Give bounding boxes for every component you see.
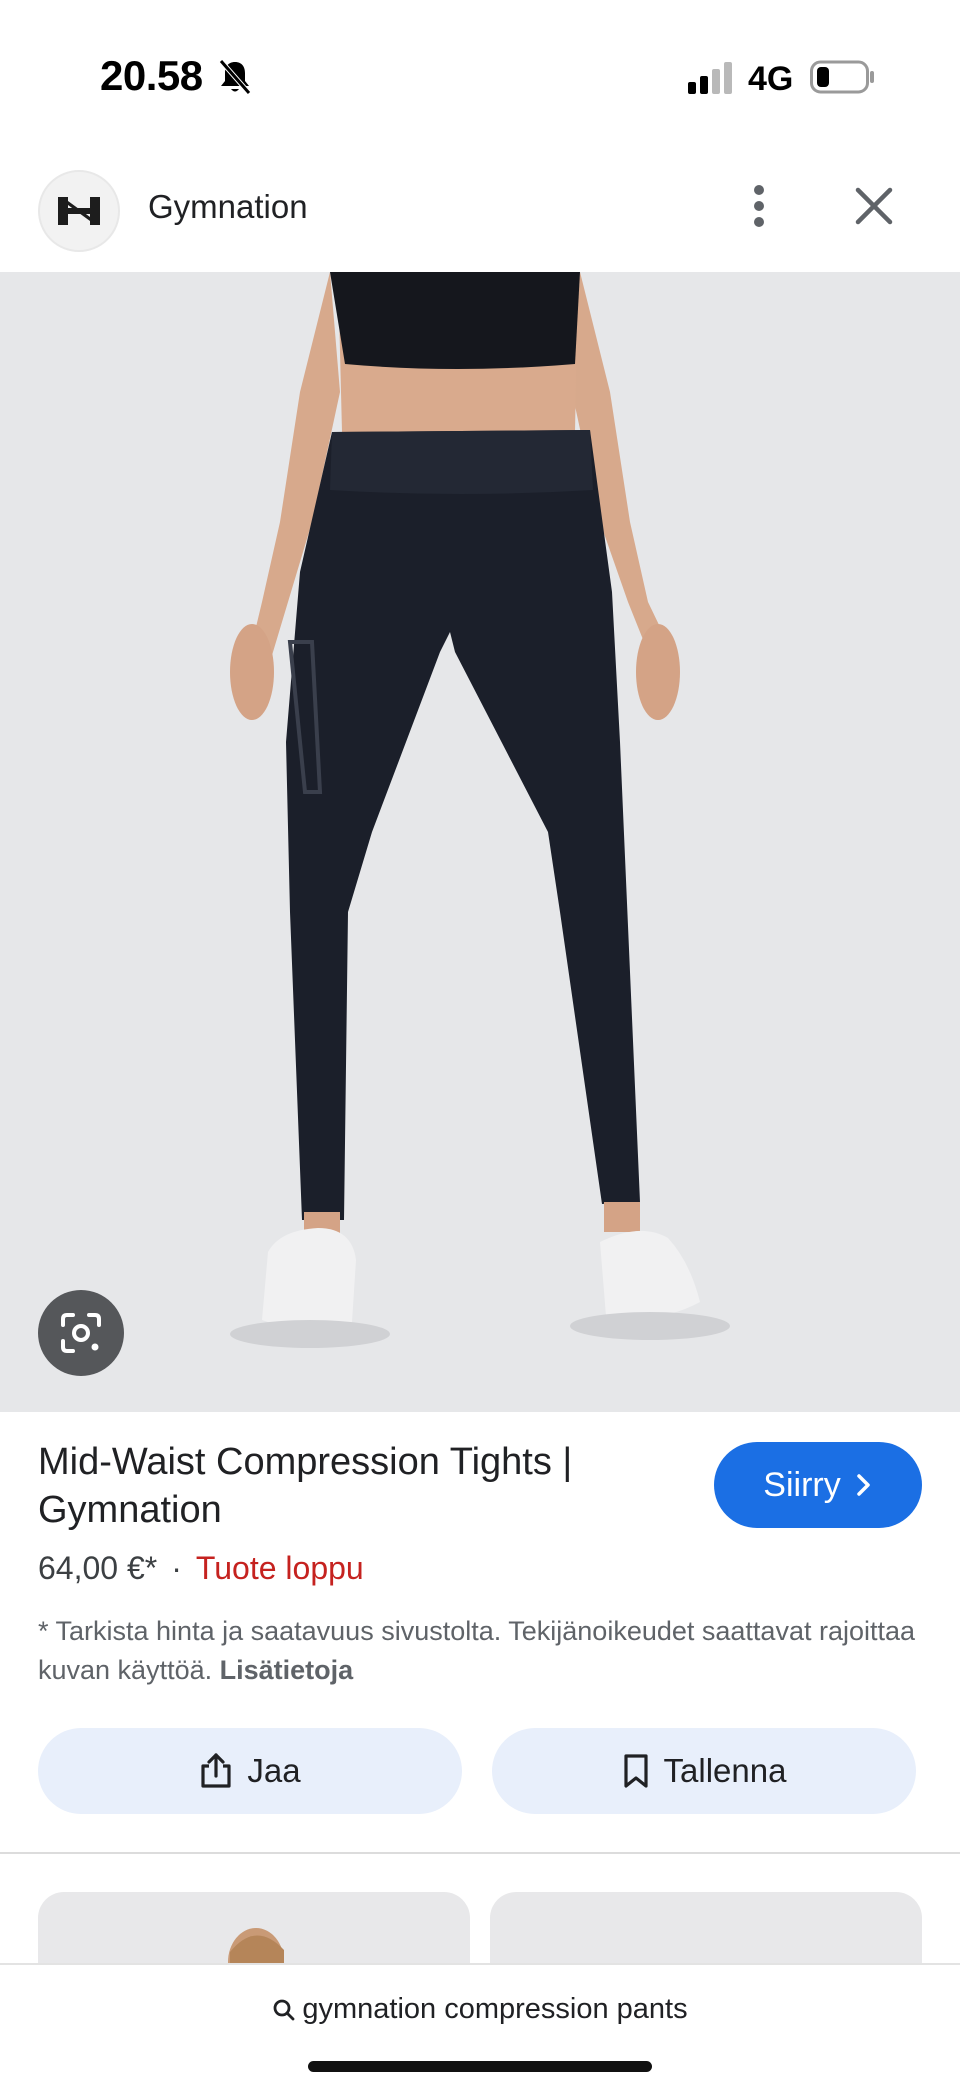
search-icon xyxy=(273,1999,295,2020)
go-button[interactable]: Siirry xyxy=(714,1442,922,1528)
go-button-label: Siirry xyxy=(763,1465,841,1504)
network-label: 4G xyxy=(748,60,794,98)
availability-status: Tuote loppu xyxy=(195,1550,364,1586)
chevron-right-icon xyxy=(856,1474,870,1496)
product-title[interactable]: Mid-Waist Compression Tights | Gymnation xyxy=(38,1438,678,1534)
site-header: Gymnation xyxy=(0,150,960,272)
lens-search-icon[interactable] xyxy=(38,1290,124,1376)
divider xyxy=(0,1852,960,1854)
bottom-search-bar[interactable]: gymnation compression pants xyxy=(0,1963,960,2087)
product-photo xyxy=(230,272,730,1348)
disclaimer-text: * Tarkista hinta ja saatavuus sivustolta… xyxy=(38,1616,916,1685)
share-button[interactable]: Jaa xyxy=(38,1728,462,1814)
product-image[interactable] xyxy=(0,272,960,1412)
more-info-link[interactable]: Lisätietoja xyxy=(220,1655,354,1685)
bell-muted-icon xyxy=(219,59,251,95)
search-query-text: gymnation compression pants xyxy=(302,1993,688,2025)
separator-dot: · xyxy=(171,1550,182,1586)
close-icon[interactable] xyxy=(848,180,900,232)
bookmark-icon xyxy=(623,1754,648,1788)
battery-icon xyxy=(810,60,874,94)
price: 64,00 €* xyxy=(38,1550,158,1586)
share-icon xyxy=(201,1753,231,1788)
search-query[interactable]: gymnation compression pants xyxy=(0,1993,960,2026)
share-label: Jaa xyxy=(247,1752,301,1789)
signal-icon xyxy=(688,62,732,94)
save-label: Tallenna xyxy=(663,1752,787,1789)
save-button[interactable]: Tallenna xyxy=(492,1728,916,1814)
status-bar: 20.58 4G xyxy=(0,0,960,150)
price-row: 64,00 €* · Tuote loppu xyxy=(38,1550,364,1587)
site-name[interactable]: Gymnation xyxy=(148,188,308,226)
more-vert-icon[interactable] xyxy=(738,176,780,236)
status-time: 20.58 xyxy=(100,52,203,99)
gymnation-logo[interactable] xyxy=(38,170,120,252)
disclaimer: * Tarkista hinta ja saatavuus sivustolta… xyxy=(38,1612,918,1690)
home-indicator[interactable] xyxy=(308,2061,652,2072)
